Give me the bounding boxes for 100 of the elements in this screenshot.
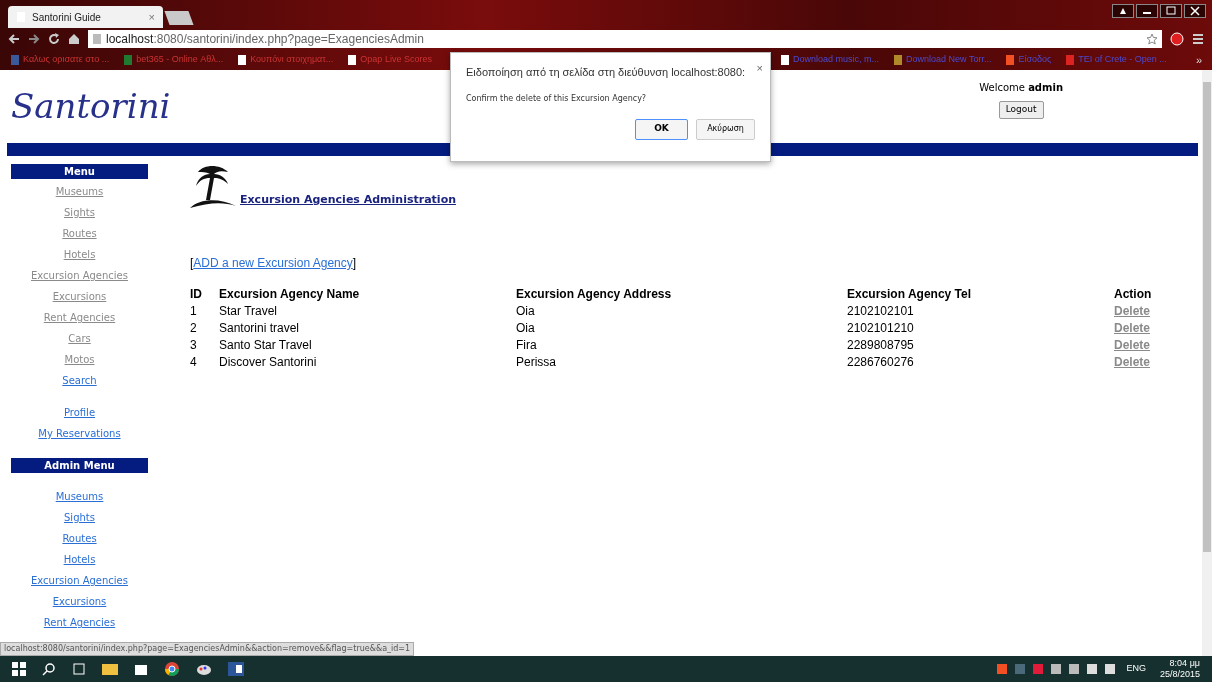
table-cell-text: 2102101210	[847, 320, 915, 337]
menu-link[interactable]: Search	[62, 375, 97, 387]
home-icon[interactable]	[68, 33, 80, 45]
tray-icon[interactable]	[1104, 663, 1117, 675]
menu-link[interactable]: Sights	[64, 207, 95, 219]
browser-tab[interactable]: Santorini Guide ×	[8, 6, 163, 28]
tab-title: Santorini Guide	[32, 10, 102, 25]
menu-link[interactable]: Excursions	[52, 596, 107, 608]
scrollbar[interactable]	[1202, 70, 1212, 656]
column-header: ID	[190, 286, 203, 303]
word-icon[interactable]	[228, 662, 244, 676]
column-header: Excursion Agency Address	[516, 286, 673, 303]
page-icon	[893, 55, 904, 65]
bookmark[interactable]: Κουπόνι στοιχηματ...	[237, 53, 334, 67]
menu-link[interactable]: Museums	[55, 186, 104, 198]
forward-icon[interactable]	[28, 33, 40, 45]
table-cell-text: Perissa	[516, 354, 557, 371]
bookmark[interactable]: bet365 - Online Αθλ...	[123, 53, 224, 67]
search-icon[interactable]	[42, 662, 56, 676]
menu-link[interactable]: Excursions	[52, 291, 107, 303]
dialog-close-button[interactable]: ×	[756, 60, 763, 77]
language-indicator[interactable]: ENG	[1126, 662, 1146, 676]
page-icon	[1005, 55, 1016, 65]
table-cell-text: Santorini travel	[219, 320, 301, 337]
column-header: Action	[1114, 286, 1153, 303]
dialog-message: Confirm the delete of this Excursion Agency?	[466, 92, 648, 105]
tray-icon[interactable]	[1050, 663, 1063, 675]
menu-icon[interactable]	[1192, 33, 1204, 45]
bookmark[interactable]: Download New Torr...	[893, 53, 992, 67]
palm-tree-icon	[190, 164, 236, 210]
address-bar[interactable]: localhost:8080/santorini/index.php?page=ExagenciesAdmin	[88, 30, 1162, 48]
table-cell-text: 1	[190, 303, 198, 320]
cancel-button[interactable]: Ακύρωση	[696, 118, 755, 140]
bookmark[interactable]: Καλως ορισατε στο ...	[10, 53, 110, 67]
status-url: localhost:8080/santorini/index.php?page=ExagenciesAdmin&&action=remove&&flag=true&&a_id=1	[0, 642, 415, 656]
table-cell-text: 2286760276	[847, 354, 915, 371]
reload-icon[interactable]	[48, 33, 60, 45]
menu-link[interactable]: My Reservations	[38, 428, 121, 440]
store-icon[interactable]	[134, 662, 148, 676]
menu-header: Menu	[11, 164, 148, 179]
welcome-text: Welcome admin	[979, 81, 1063, 96]
dialog-title: Ειδοποίηση από τη σελίδα στη διεύθυνση localhost:8080:	[466, 65, 746, 80]
bookmark[interactable]: Είσοδος	[1005, 53, 1052, 67]
task-view-icon[interactable]	[72, 662, 86, 676]
bookmark[interactable]: Opap Live Scores	[347, 53, 432, 67]
add-agency-link[interactable]: ADD a new Excursion Agency	[193, 256, 353, 270]
page-icon	[1065, 55, 1076, 65]
menu-link[interactable]: Hotels	[63, 249, 96, 261]
star-icon[interactable]	[1146, 33, 1158, 45]
menu-link[interactable]: Routes	[62, 533, 97, 545]
extension-icon[interactable]	[1170, 32, 1184, 46]
table-cell-text: Oia	[516, 303, 536, 320]
menu-link[interactable]: Museums	[55, 491, 104, 503]
menu-link[interactable]: Excursion Agencies	[31, 575, 128, 587]
menu-link[interactable]: Rent Agencies	[43, 617, 116, 629]
delete-link[interactable]: Delete	[1114, 354, 1174, 371]
admin-menu-header: Admin Menu	[11, 458, 148, 473]
table-cell-text: 4	[190, 354, 198, 371]
menu-link[interactable]: Routes	[62, 228, 97, 240]
minimize-icon[interactable]	[1136, 4, 1158, 18]
delete-link[interactable]: Delete	[1114, 303, 1174, 320]
menu-link[interactable]: Motos	[64, 354, 95, 366]
delete-link[interactable]: Delete	[1114, 337, 1174, 354]
tray-icon[interactable]	[1068, 663, 1081, 675]
menu-link[interactable]: Profile	[63, 407, 96, 419]
bracket: [	[190, 256, 194, 270]
page-icon	[780, 55, 790, 65]
chrome-icon[interactable]	[164, 661, 180, 677]
bracket: ]	[352, 256, 357, 270]
logout-button[interactable]: Logout	[998, 101, 1044, 119]
windows-icon[interactable]	[12, 662, 26, 676]
folder-icon[interactable]	[102, 662, 118, 676]
menu-link[interactable]: Rent Agencies	[43, 312, 116, 324]
menu-link[interactable]: Sights	[64, 512, 95, 524]
tray-icon[interactable]	[1086, 663, 1099, 675]
table-cell-text: Oia	[516, 320, 536, 337]
clock[interactable]: 8:04 μμ 25/8/2015	[1159, 658, 1200, 680]
more-bookmarks-button[interactable]: »	[1195, 51, 1202, 69]
url-text: localhost:8080/santorini/index.php?page=ExagenciesAdmin	[106, 32, 424, 46]
new-tab-button[interactable]	[164, 11, 194, 25]
menu-link[interactable]: Hotels	[63, 554, 96, 566]
ok-button[interactable]: OK	[635, 118, 688, 140]
table-cell-text: 2102102101	[847, 303, 915, 320]
page-icon	[123, 55, 134, 65]
page-icon	[92, 34, 102, 44]
table-cell-text: Discover Santorini	[219, 354, 318, 371]
tab-close-button[interactable]: ×	[148, 8, 155, 26]
page-heading-link[interactable]: Excursion Agencies Administration	[240, 191, 457, 208]
maximize-icon[interactable]	[1160, 4, 1182, 18]
bookmark[interactable]: Download music, m...	[780, 53, 880, 67]
page-icon	[347, 55, 358, 65]
table-cell-text: 2	[190, 320, 198, 337]
column-header: Excursion Agency Tel	[847, 286, 973, 303]
close-icon[interactable]	[1184, 4, 1206, 18]
menu-link[interactable]: Cars	[68, 333, 91, 345]
delete-link[interactable]: Delete	[1114, 320, 1174, 337]
menu-link[interactable]: Excursion Agencies	[31, 270, 128, 282]
back-icon[interactable]	[8, 33, 20, 45]
page-icon	[10, 55, 20, 65]
column-header: Excursion Agency Name	[219, 286, 361, 303]
